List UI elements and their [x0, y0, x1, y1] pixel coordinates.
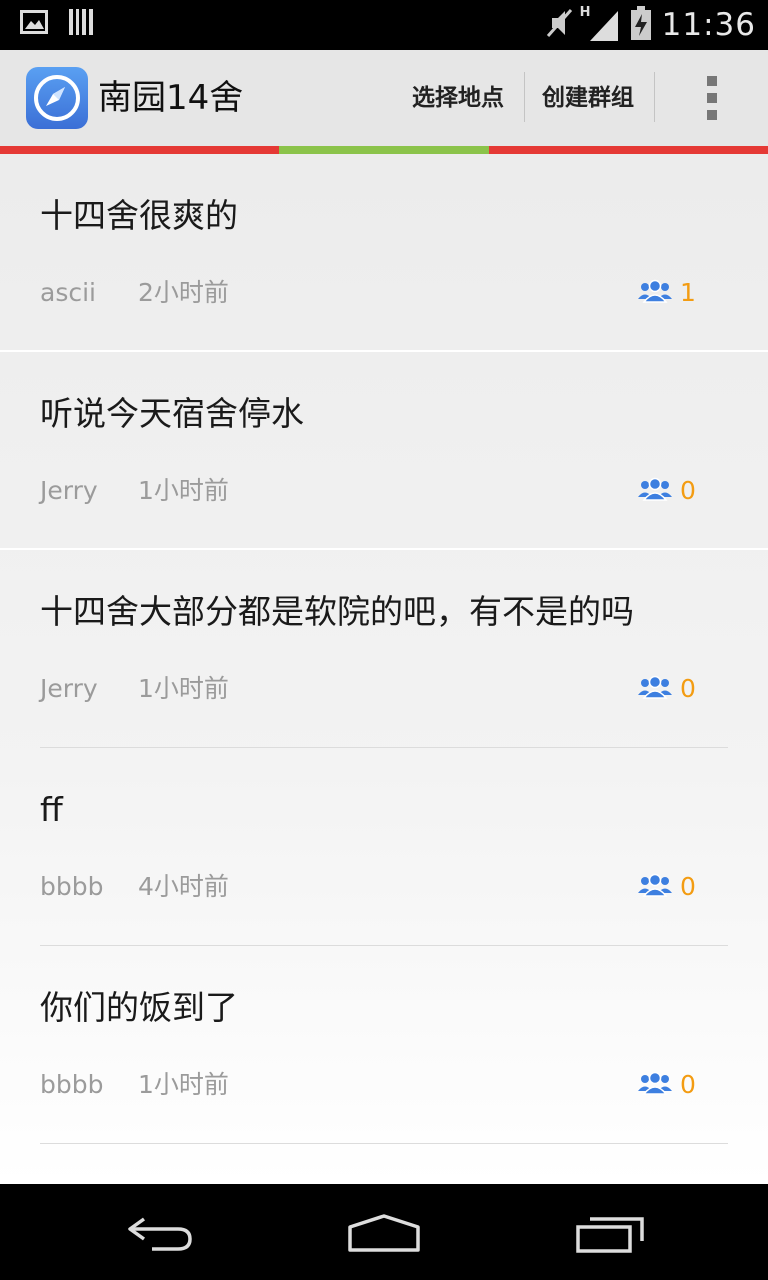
post-author: ascii	[40, 278, 96, 307]
participant-count: 0	[638, 672, 696, 706]
overflow-menu-icon[interactable]	[700, 76, 724, 120]
people-icon	[638, 675, 672, 703]
count-value: 0	[680, 476, 696, 505]
compass-icon[interactable]	[26, 67, 88, 129]
tab-indicator-active	[279, 146, 489, 154]
create-group-button[interactable]: 创建群组	[542, 74, 634, 122]
post-meta: bbbb 4小时前	[40, 870, 229, 904]
navigation-bar	[0, 1184, 768, 1280]
tab-indicator	[0, 146, 768, 154]
tab-indicator-right	[489, 146, 768, 154]
post-author: bbbb	[40, 872, 104, 901]
post-time: 1小时前	[138, 476, 229, 505]
count-value: 0	[680, 1070, 696, 1099]
tab-indicator-left	[0, 146, 279, 154]
participant-count: 1	[638, 276, 696, 310]
post-item[interactable]: 听说今天宿舍停水 Jerry 1小时前 0	[0, 352, 768, 550]
people-icon	[638, 477, 672, 505]
post-item[interactable]: 你们的饭到了 bbbb 1小时前 0	[0, 946, 768, 1144]
barcode-notification-icon	[68, 8, 94, 40]
people-icon	[638, 873, 672, 901]
network-type-label: H	[579, 5, 591, 20]
participant-count: 0	[638, 870, 696, 904]
select-location-button[interactable]: 选择地点	[412, 74, 504, 122]
post-time: 2小时前	[138, 278, 229, 307]
post-time: 1小时前	[138, 674, 229, 703]
post-time: 1小时前	[138, 1070, 229, 1099]
count-value: 0	[680, 674, 696, 703]
post-title: 听说今天宿舍停水	[40, 394, 304, 433]
back-icon[interactable]	[105, 1208, 215, 1258]
post-author: bbbb	[40, 1070, 104, 1099]
action-separator	[654, 72, 655, 122]
people-icon	[638, 279, 672, 307]
participant-count: 0	[638, 474, 696, 508]
app-title: 南园14舍	[98, 78, 244, 118]
recent-apps-icon[interactable]	[555, 1208, 665, 1258]
action-bar: 南园14舍 选择地点 创建群组	[0, 50, 768, 146]
participant-count: 0	[638, 1068, 696, 1102]
count-value: 0	[680, 872, 696, 901]
battery-charging-icon	[630, 5, 652, 45]
post-title: ff	[40, 790, 63, 829]
post-author: Jerry	[40, 476, 98, 505]
status-bar: H 11:36	[0, 0, 768, 50]
post-author: Jerry	[40, 674, 98, 703]
signal-icon: H	[580, 5, 620, 43]
clock-time: 11:36	[661, 7, 756, 43]
image-notification-icon	[20, 10, 48, 38]
post-meta: bbbb 1小时前	[40, 1068, 229, 1102]
divider	[40, 1143, 728, 1144]
post-item[interactable]: 十四舍很爽的 ascii 2小时前 1	[0, 154, 768, 352]
post-list: 十四舍很爽的 ascii 2小时前 1 听说今天宿舍停水 Jerry 1小时前	[0, 154, 768, 1184]
post-title: 十四舍大部分都是软院的吧，有不是的吗	[40, 592, 634, 631]
post-title: 十四舍很爽的	[40, 196, 238, 235]
count-value: 1	[680, 278, 696, 307]
home-icon[interactable]	[329, 1208, 439, 1258]
post-meta: ascii 2小时前	[40, 276, 229, 310]
post-item[interactable]: ff bbbb 4小时前 0	[0, 748, 768, 946]
people-icon	[638, 1071, 672, 1099]
action-separator	[524, 72, 525, 122]
post-meta: Jerry 1小时前	[40, 474, 229, 508]
post-meta: Jerry 1小时前	[40, 672, 229, 706]
post-item[interactable]: 十四舍大部分都是软院的吧，有不是的吗 Jerry 1小时前 0	[0, 550, 768, 748]
mute-icon	[544, 6, 574, 44]
post-time: 4小时前	[138, 872, 229, 901]
post-title: 你们的饭到了	[40, 988, 238, 1027]
